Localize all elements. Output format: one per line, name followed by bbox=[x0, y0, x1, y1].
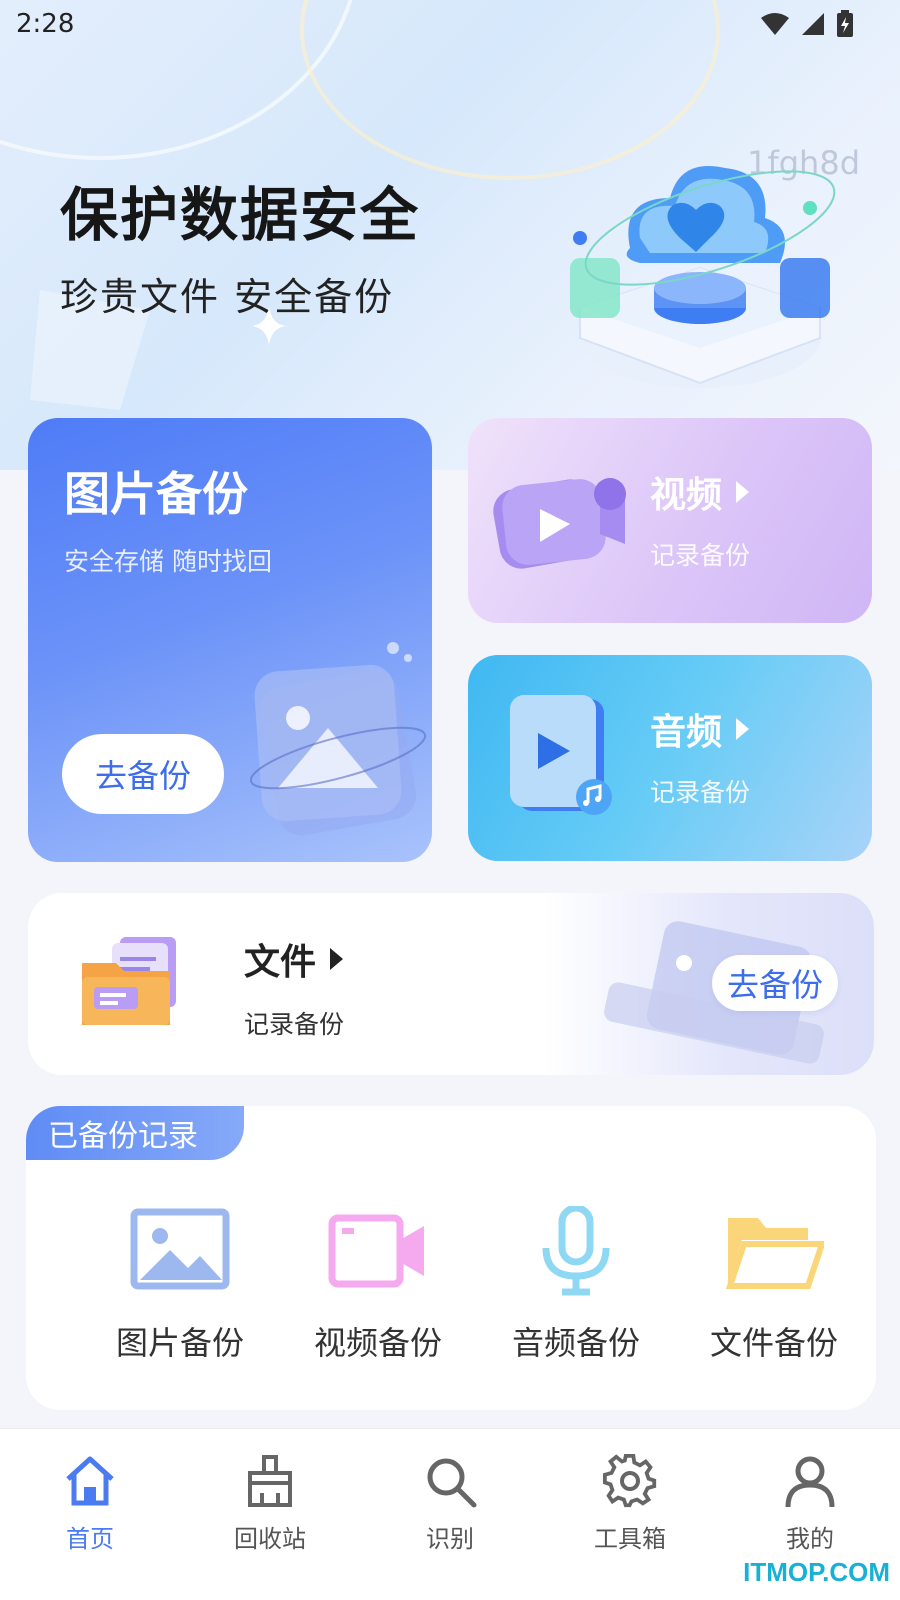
record-label: 视频备份 bbox=[313, 1324, 442, 1362]
video-camera-icon bbox=[328, 1214, 424, 1288]
tab-recognize[interactable]: 识别 bbox=[380, 1453, 520, 1554]
tab-label: 我的 bbox=[786, 1525, 834, 1553]
tab-label: 回收站 bbox=[234, 1525, 306, 1553]
signal-icon bbox=[802, 13, 824, 35]
gear-icon bbox=[602, 1453, 657, 1508]
backup-records-panel: 已备份记录 图片备份 视频备份 音频备份 文件备份 bbox=[26, 1106, 876, 1410]
record-label: 音频备份 bbox=[511, 1324, 640, 1362]
folder-icon bbox=[725, 1218, 824, 1289]
tab-recycle-bin[interactable]: 回收站 bbox=[200, 1453, 340, 1554]
photo-illustration bbox=[249, 642, 427, 836]
record-item-file[interactable]: 文件备份 bbox=[684, 1206, 864, 1364]
file-subtitle: 记录备份 bbox=[244, 1010, 345, 1039]
microphone-icon bbox=[542, 1206, 610, 1296]
tab-home[interactable]: 首页 bbox=[20, 1453, 160, 1554]
user-icon bbox=[785, 1456, 835, 1508]
tab-mine[interactable]: 我的 bbox=[740, 1453, 880, 1554]
audio-file-illustration bbox=[510, 695, 612, 815]
home-icon bbox=[66, 1456, 114, 1506]
photo-backup-title: 图片备份 bbox=[64, 467, 248, 521]
broom-icon bbox=[248, 1455, 292, 1507]
cloud-storage-illustration bbox=[570, 166, 836, 388]
audio-backup-card[interactable]: 音频 记录备份 bbox=[468, 655, 872, 861]
video-backup-card[interactable]: 视频 记录备份 bbox=[468, 418, 872, 623]
folder-illustration bbox=[82, 937, 176, 1025]
video-title-text: 视频 bbox=[650, 475, 723, 516]
chevron-right-icon bbox=[330, 948, 344, 970]
record-item-audio[interactable]: 音频备份 bbox=[486, 1206, 666, 1364]
tab-label: 首页 bbox=[66, 1525, 114, 1553]
chevron-right-icon bbox=[736, 718, 750, 740]
file-backup-go-button[interactable]: 去备份 bbox=[712, 955, 838, 1011]
audio-title: 音频 bbox=[650, 703, 750, 755]
chevron-right-icon bbox=[736, 481, 750, 503]
tab-label: 识别 bbox=[426, 1525, 474, 1553]
audio-title-text: 音频 bbox=[650, 712, 723, 753]
file-title-text: 文件 bbox=[244, 942, 317, 983]
record-item-photo[interactable]: 图片备份 bbox=[90, 1206, 270, 1364]
hero-title: 保护数据安全 bbox=[60, 181, 421, 249]
battery-icon bbox=[837, 10, 853, 37]
bottom-tab-bar: 首页 回收站 识别 工具箱 我的 ITMOP.COM bbox=[0, 1428, 900, 1600]
wifi-icon bbox=[761, 13, 789, 35]
site-watermark: ITMOP.COM bbox=[743, 1557, 890, 1587]
search-icon bbox=[427, 1458, 477, 1508]
record-item-video[interactable]: 视频备份 bbox=[288, 1206, 468, 1364]
hero-subtitle: 珍贵文件 安全备份 bbox=[60, 275, 395, 319]
video-camera-illustration bbox=[493, 478, 626, 569]
image-icon bbox=[130, 1208, 230, 1290]
record-label: 文件备份 bbox=[709, 1324, 838, 1362]
photo-backup-go-button[interactable]: 去备份 bbox=[62, 734, 224, 814]
photo-backup-subtitle: 安全存储 随时找回 bbox=[64, 547, 272, 576]
photo-backup-card[interactable]: 图片备份 安全存储 随时找回 去备份 bbox=[28, 418, 432, 862]
audio-subtitle: 记录备份 bbox=[650, 778, 751, 807]
status-time: 2:28 bbox=[16, 9, 75, 39]
video-title: 视频 bbox=[650, 466, 750, 518]
tab-label: 工具箱 bbox=[594, 1525, 666, 1553]
record-label: 图片备份 bbox=[115, 1324, 244, 1362]
status-bar: 2:28 bbox=[0, 0, 900, 48]
backup-records-tag: 已备份记录 bbox=[26, 1106, 244, 1160]
video-subtitle: 记录备份 bbox=[650, 541, 751, 570]
file-backup-card[interactable]: 文件 记录备份 去备份 bbox=[28, 893, 874, 1075]
tab-toolbox[interactable]: 工具箱 bbox=[560, 1453, 700, 1554]
file-title: 文件 bbox=[244, 933, 344, 985]
sparkle-icon bbox=[252, 306, 286, 346]
